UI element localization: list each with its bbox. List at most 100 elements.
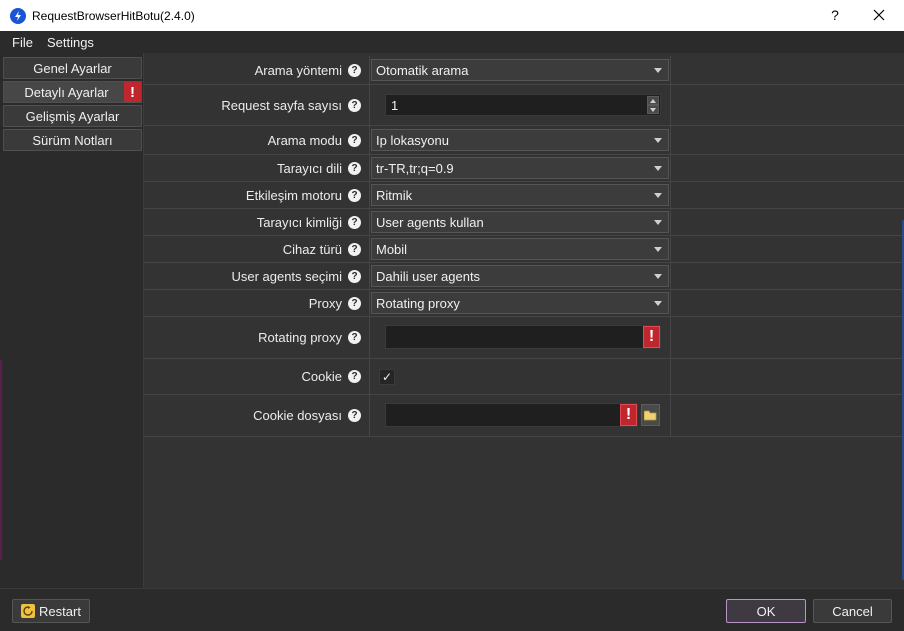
field-label: User agents seçimi: [231, 268, 342, 284]
sidebar-item-detayli-ayarlar[interactable]: Detaylı Ayarlar !: [3, 81, 142, 103]
sidebar-item-surum-notlari[interactable]: Sürüm Notları: [3, 129, 142, 151]
ok-button[interactable]: OK: [726, 599, 806, 623]
spinbox-buttons[interactable]: [647, 96, 659, 114]
browse-file-button[interactable]: [641, 404, 660, 426]
menu-settings[interactable]: Settings: [40, 35, 101, 50]
select-value: Ip lokasyonu: [376, 132, 449, 148]
restart-label: Restart: [39, 603, 81, 619]
select-value: Otomatik arama: [376, 62, 469, 78]
arama-modu-select[interactable]: Ip lokasyonu: [371, 129, 669, 151]
row-tarayici-dili: Tarayıcı dili ? tr-TR,tr;q=0.9: [144, 155, 904, 182]
row-proxy: Proxy ? Rotating proxy: [144, 290, 904, 317]
row-tarayici-kimligi: Tarayıcı kimliği ? User agents kullan: [144, 209, 904, 236]
field-label: Rotating proxy: [258, 330, 342, 345]
spinbox-value: 1: [391, 97, 399, 113]
select-value: User agents kullan: [376, 214, 484, 230]
field-label: Cihaz türü: [282, 241, 342, 257]
menu-file[interactable]: File: [0, 35, 40, 50]
sidebar-item-genel-ayarlar[interactable]: Genel Ayarlar: [3, 57, 142, 79]
help-icon[interactable]: ?: [348, 370, 361, 383]
field-label: Request sayfa sayısı: [221, 97, 342, 113]
tarayici-kimligi-select[interactable]: User agents kullan: [371, 211, 669, 233]
row-arama-modu: Arama modu ? Ip lokasyonu: [144, 126, 904, 155]
tarayici-dili-select[interactable]: tr-TR,tr;q=0.9: [371, 157, 669, 179]
help-icon[interactable]: ?: [348, 63, 361, 77]
warning-icon: !: [643, 326, 660, 348]
spin-up-button[interactable]: [647, 96, 659, 105]
menu-bar: File Settings: [0, 31, 904, 53]
arrow-down-icon: [650, 107, 656, 112]
field-label: Cookie: [301, 369, 342, 384]
field-label: Arama yöntemi: [254, 62, 342, 78]
user-agents-secimi-select[interactable]: Dahili user agents: [371, 265, 669, 287]
spin-down-button[interactable]: [647, 105, 659, 114]
chevron-down-icon: [654, 138, 662, 143]
request-sayfa-spinbox[interactable]: 1: [385, 94, 661, 116]
field-label: Cookie dosyası: [253, 408, 342, 423]
proxy-select[interactable]: Rotating proxy: [371, 292, 669, 314]
row-user-agents-secimi: User agents seçimi ? Dahili user agents: [144, 263, 904, 290]
sidebar-item-gelismis-ayarlar[interactable]: Gelişmiş Ayarlar: [3, 105, 142, 127]
sidebar-item-label: Gelişmiş Ayarlar: [25, 108, 120, 124]
cancel-button[interactable]: Cancel: [813, 599, 892, 623]
field-label: Tarayıcı kimliği: [256, 214, 342, 230]
window-title: RequestBrowserHitBotu(2.4.0): [32, 8, 195, 23]
cookie-dosyasi-input[interactable]: [385, 403, 638, 427]
cihaz-turu-select[interactable]: Mobil: [371, 238, 669, 260]
sidebar-item-label: Genel Ayarlar: [33, 60, 112, 76]
select-value: tr-TR,tr;q=0.9: [376, 160, 454, 176]
sidebar: Genel Ayarlar Detaylı Ayarlar ! Gelişmiş…: [0, 53, 144, 588]
warning-icon: !: [620, 404, 637, 426]
help-icon[interactable]: ?: [348, 331, 361, 344]
folder-icon: [644, 410, 657, 420]
footer-bar: Restart OK Cancel: [0, 588, 904, 631]
restart-icon: [21, 604, 36, 618]
field-label: Arama modu: [267, 132, 342, 148]
arama-yontemi-select[interactable]: Otomatik arama: [371, 59, 669, 81]
select-value: Dahili user agents: [376, 268, 481, 284]
select-value: Rotating proxy: [376, 295, 460, 311]
arrow-up-icon: [650, 98, 656, 103]
checkmark-icon: ✓: [381, 370, 393, 384]
help-icon[interactable]: ?: [348, 161, 361, 175]
sidebar-item-label: Sürüm Notları: [32, 132, 113, 148]
cancel-label: Cancel: [832, 603, 873, 619]
help-icon[interactable]: ?: [348, 269, 361, 283]
help-icon[interactable]: ?: [348, 98, 361, 112]
field-label: Etkileşim motoru: [245, 187, 342, 203]
chevron-down-icon: [654, 193, 662, 198]
help-icon[interactable]: ?: [348, 215, 361, 229]
field-label: Proxy: [308, 295, 342, 311]
help-icon[interactable]: ?: [348, 409, 361, 422]
row-arama-yontemi: Arama yöntemi ? Otomatik arama: [144, 56, 904, 85]
help-button[interactable]: ?: [829, 7, 841, 23]
rotating-proxy-input[interactable]: [385, 325, 661, 349]
help-icon[interactable]: ?: [348, 188, 361, 202]
help-icon[interactable]: ?: [348, 296, 361, 310]
settings-panel: Arama yöntemi ? Otomatik arama Request s…: [144, 53, 904, 588]
select-value: Ritmik: [376, 187, 413, 203]
chevron-down-icon: [654, 68, 662, 73]
close-icon: [873, 9, 885, 21]
row-rotating-proxy: Rotating proxy ? !: [144, 317, 904, 359]
app-logo-icon: [10, 7, 26, 24]
row-cookie-dosyasi: Cookie dosyası ? !: [144, 395, 904, 437]
sidebar-item-label: Detaylı Ayarlar: [24, 84, 109, 100]
cookie-checkbox[interactable]: ✓: [379, 369, 395, 385]
chevron-down-icon: [654, 220, 662, 225]
title-bar: RequestBrowserHitBotu(2.4.0) ?: [0, 0, 904, 31]
chevron-down-icon: [654, 301, 662, 306]
restart-button[interactable]: Restart: [12, 599, 90, 623]
chevron-down-icon: [654, 247, 662, 252]
row-cihaz-turu: Cihaz türü ? Mobil: [144, 236, 904, 263]
field-label: Tarayıcı dili: [276, 160, 342, 176]
chevron-down-icon: [654, 166, 662, 171]
help-icon[interactable]: ?: [348, 242, 361, 256]
select-value: Mobil: [376, 241, 408, 257]
etkilesim-motoru-select[interactable]: Ritmik: [371, 184, 669, 206]
chevron-down-icon: [654, 274, 662, 279]
row-cookie: Cookie ? ✓: [144, 359, 904, 395]
close-button[interactable]: [872, 6, 886, 24]
help-icon[interactable]: ?: [348, 133, 361, 147]
ok-label: OK: [756, 603, 776, 619]
